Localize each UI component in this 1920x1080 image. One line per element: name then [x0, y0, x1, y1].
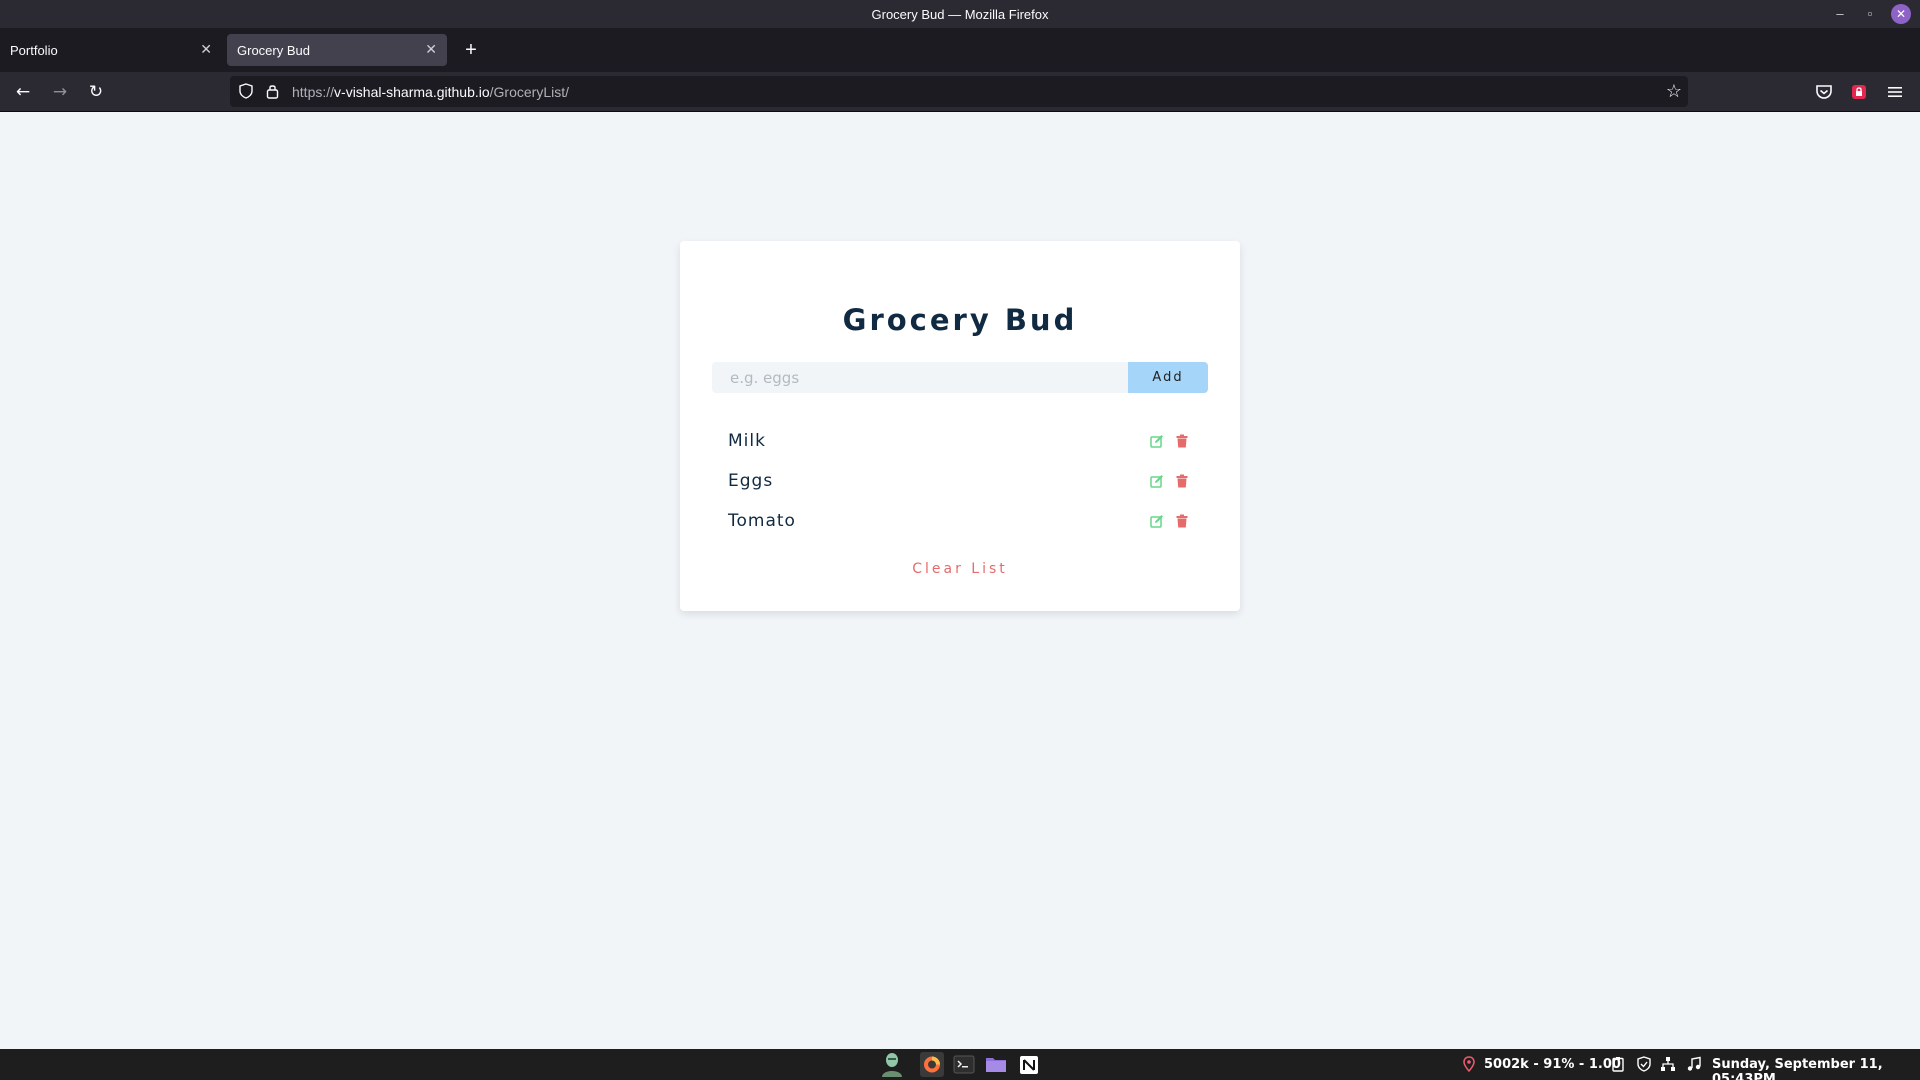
- add-button[interactable]: Add: [1128, 362, 1208, 393]
- list-item: Eggs: [712, 471, 1208, 511]
- list-item: Milk: [712, 431, 1208, 471]
- system-stats: 5002k - 91% - 1.00: [1484, 1057, 1621, 1072]
- window-title: Grocery Bud — Mozilla Firefox: [871, 7, 1049, 22]
- page-viewport: Grocery Bud Add Milk Eggs: [0, 112, 1920, 1049]
- avatar-icon[interactable]: [880, 1052, 904, 1077]
- window-titlebar: Grocery Bud — Mozilla Firefox – ▫ ✕: [0, 0, 1920, 28]
- close-window-button[interactable]: ✕: [1891, 4, 1911, 24]
- edit-icon[interactable]: [1150, 514, 1164, 528]
- tab-close-icon[interactable]: ✕: [425, 41, 437, 58]
- forward-button[interactable]: →: [50, 82, 70, 102]
- tab-label: Grocery Bud: [237, 43, 310, 58]
- trash-icon[interactable]: [1175, 434, 1189, 448]
- navigation-toolbar: ← → ↻ https://v-vishal-sharma.github.io/…: [0, 72, 1920, 112]
- files-icon[interactable]: [984, 1052, 1008, 1077]
- grocery-form: Add: [712, 362, 1208, 393]
- grocery-input[interactable]: [712, 362, 1128, 393]
- url-host: v-vishal-sharma.github.io: [334, 84, 490, 100]
- bookmark-star-icon[interactable]: ☆: [1666, 81, 1682, 102]
- notion-icon[interactable]: [1017, 1052, 1041, 1077]
- clear-list-button[interactable]: Clear List: [680, 561, 1240, 577]
- url-text: https://v-vishal-sharma.github.io/Grocer…: [292, 84, 569, 100]
- clock[interactable]: Sunday, September 11, 05:43PM: [1712, 1057, 1920, 1080]
- network-icon[interactable]: [1660, 1056, 1676, 1072]
- url-prefix: https://: [292, 84, 335, 100]
- minimize-button[interactable]: –: [1830, 4, 1850, 24]
- trash-icon[interactable]: [1175, 474, 1189, 488]
- extension-lock-icon[interactable]: [1849, 82, 1869, 102]
- tracking-protection-shield-icon[interactable]: [239, 83, 253, 99]
- url-path: /GroceryList/: [489, 84, 570, 100]
- firefox-icon[interactable]: [920, 1052, 944, 1077]
- tab-label: Portfolio: [10, 43, 58, 58]
- item-title: Tomato: [728, 511, 796, 531]
- pocket-icon[interactable]: [1814, 82, 1834, 102]
- edit-icon[interactable]: [1150, 474, 1164, 488]
- desktop-taskbar: 5002k - 91% - 1.00 Sunday, September 11,…: [0, 1049, 1920, 1080]
- lock-icon[interactable]: [266, 83, 279, 99]
- tab-portfolio[interactable]: Portfolio ✕: [0, 34, 222, 66]
- tab-grocery-bud[interactable]: Grocery Bud ✕: [227, 34, 447, 66]
- location-pin-icon: [1463, 1056, 1475, 1072]
- tab-bar: Portfolio ✕ Grocery Bud ✕ +: [0, 28, 1920, 72]
- tab-close-icon[interactable]: ✕: [200, 41, 212, 58]
- terminal-icon[interactable]: [952, 1052, 976, 1077]
- grocery-card: Grocery Bud Add Milk Eggs: [680, 241, 1240, 611]
- grocery-list: Milk Eggs Tomato: [712, 431, 1208, 551]
- app-title: Grocery Bud: [842, 303, 1078, 337]
- new-tab-button[interactable]: +: [461, 38, 481, 62]
- reload-button[interactable]: ↻: [86, 82, 106, 102]
- hamburger-menu-icon[interactable]: [1885, 82, 1905, 102]
- shield-icon[interactable]: [1636, 1056, 1652, 1072]
- item-title: Milk: [728, 431, 766, 451]
- edit-icon[interactable]: [1150, 434, 1164, 448]
- back-button[interactable]: ←: [13, 82, 33, 102]
- list-item: Tomato: [712, 511, 1208, 551]
- maximize-button[interactable]: ▫: [1860, 4, 1880, 24]
- item-title: Eggs: [728, 471, 774, 491]
- address-bar[interactable]: https://v-vishal-sharma.github.io/Grocer…: [230, 76, 1688, 107]
- clipboard-icon[interactable]: [1610, 1056, 1626, 1072]
- trash-icon[interactable]: [1175, 514, 1189, 528]
- music-icon[interactable]: [1686, 1056, 1702, 1072]
